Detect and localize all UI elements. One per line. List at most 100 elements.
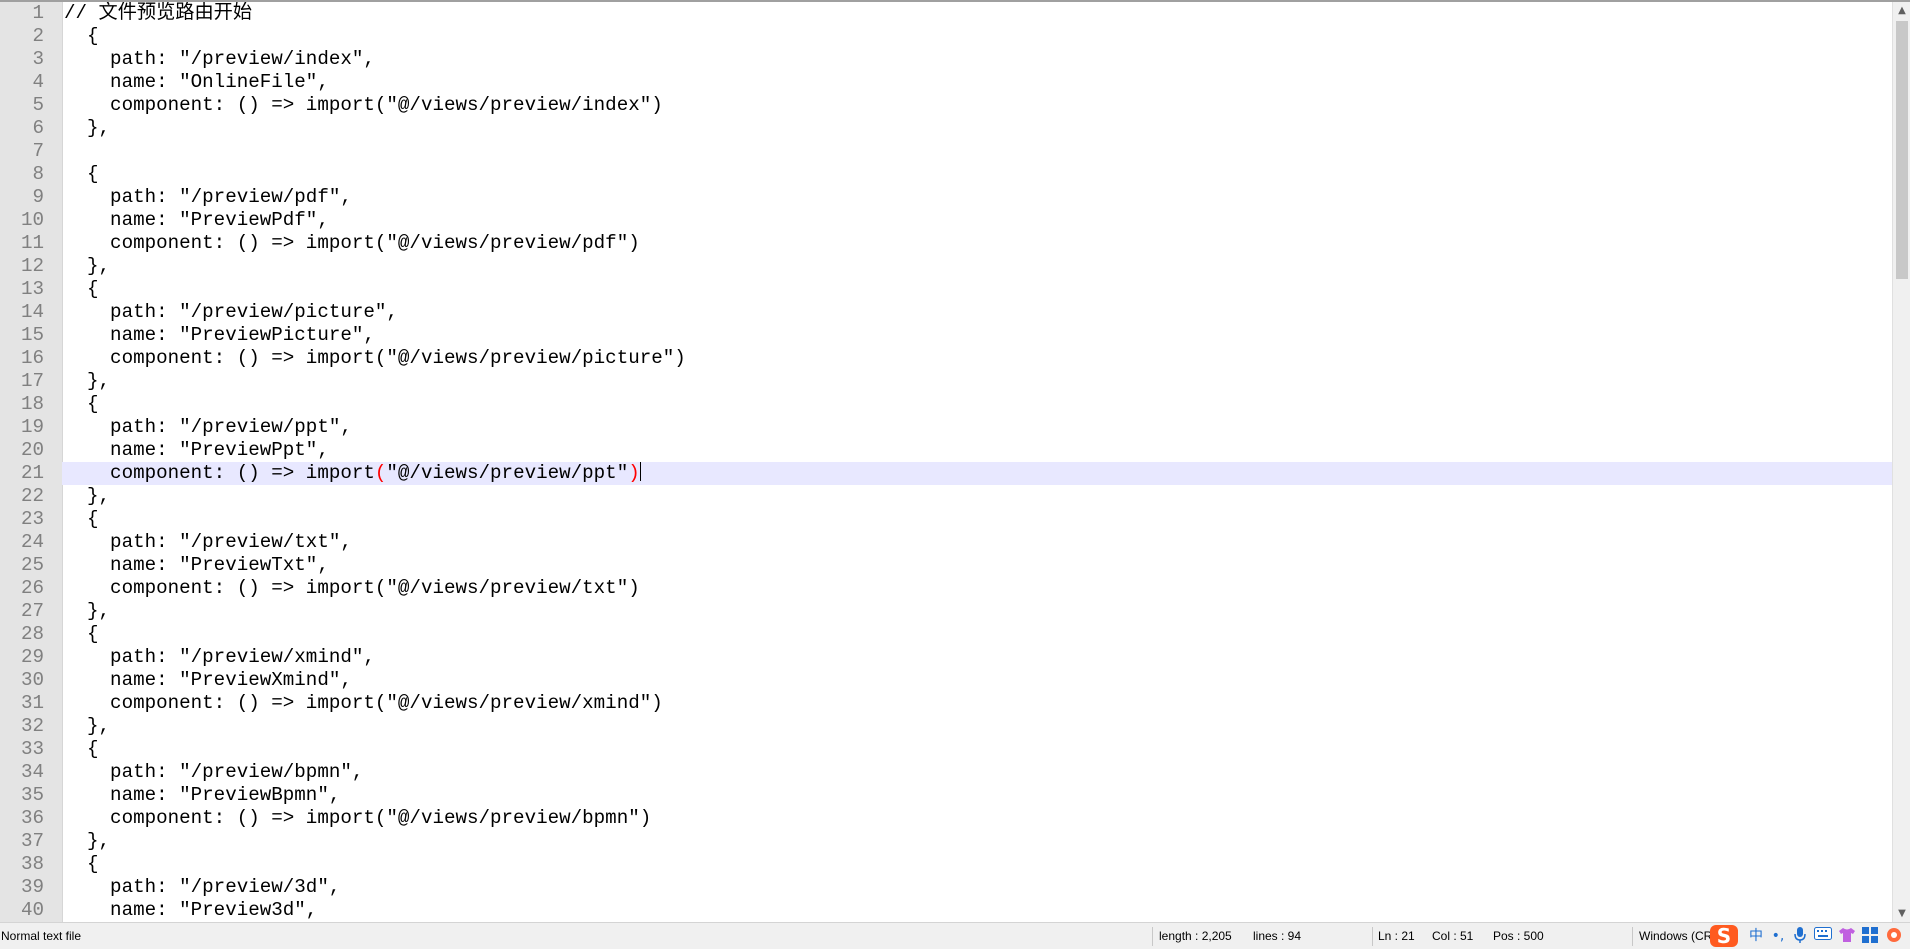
line-text[interactable]: component: () => import("@/views/preview… [64, 577, 640, 600]
code-line[interactable]: 31 component: () => import("@/views/prev… [0, 692, 1892, 715]
code-line[interactable]: 16 component: () => import("@/views/prev… [0, 347, 1892, 370]
code-line[interactable]: 40 name: "Preview3d", [0, 899, 1892, 922]
punctuation-icon[interactable]: •, [1768, 927, 1788, 946]
code-line[interactable]: 22 }, [0, 485, 1892, 508]
line-text[interactable]: path: "/preview/ppt", [64, 416, 352, 439]
line-text[interactable]: path: "/preview/3d", [64, 876, 340, 899]
editor-pane[interactable]: 1// 文件预览路由开始 2 {3 path: "/preview/index",… [0, 2, 1892, 922]
line-text[interactable]: component: () => import("@/views/preview… [64, 94, 663, 117]
code-line[interactable]: 6 }, [0, 117, 1892, 140]
code-line[interactable]: 1 // 文件预览路由开始 [0, 2, 1892, 25]
line-text[interactable]: name: "PreviewTxt", [64, 554, 329, 577]
line-text[interactable]: }, [64, 830, 110, 853]
code-line[interactable]: 24 path: "/preview/txt", [0, 531, 1892, 554]
toolbox-icon[interactable] [1860, 927, 1880, 946]
code-line[interactable]: 12 }, [0, 255, 1892, 278]
code-area[interactable]: 1// 文件预览路由开始 2 {3 path: "/preview/index",… [0, 2, 1892, 922]
code-line[interactable]: 39 path: "/preview/3d", [0, 876, 1892, 899]
line-text[interactable]: component: () => import("@/views/preview… [64, 692, 663, 715]
code-line[interactable]: 19 path: "/preview/ppt", [0, 416, 1892, 439]
line-text[interactable]: }, [64, 370, 110, 393]
code-line[interactable]: 33 { [0, 738, 1892, 761]
scroll-down-icon[interactable]: ▼ [1893, 905, 1910, 922]
line-text[interactable]: path: "/preview/bpmn", [64, 761, 363, 784]
line-text[interactable]: { [64, 853, 99, 876]
line-text[interactable]: { [64, 278, 99, 301]
line-text[interactable]: }, [64, 117, 110, 140]
current-code-line[interactable]: 21 component: () => import("@/views/prev… [0, 462, 1892, 485]
code-line[interactable]: 13 { [0, 278, 1892, 301]
line-text[interactable]: name: "PreviewPicture", [64, 324, 375, 347]
code-line[interactable]: 17 }, [0, 370, 1892, 393]
line-number: 30 [20, 669, 44, 691]
microphone-icon[interactable] [1790, 927, 1810, 946]
code-line[interactable]: 30 name: "PreviewXmind", [0, 669, 1892, 692]
line-text[interactable]: { [64, 163, 99, 186]
line-text[interactable]: }, [64, 255, 110, 278]
line-text[interactable]: name: "Preview3d", [64, 899, 317, 922]
line-text[interactable]: }, [64, 715, 110, 738]
code-line[interactable]: 36 component: () => import("@/views/prev… [0, 807, 1892, 830]
code-segment: component: () => import [64, 462, 375, 484]
line-text[interactable]: component: () => import("@/views/preview… [64, 462, 641, 485]
code-line[interactable]: 9 path: "/preview/pdf", [0, 186, 1892, 209]
skin-icon[interactable] [1836, 927, 1858, 946]
code-line[interactable]: 28 { [0, 623, 1892, 646]
line-text[interactable]: path: "/preview/index", [64, 48, 375, 71]
matched-brace: ( [374, 462, 387, 484]
line-text[interactable]: component: () => import("@/views/preview… [64, 807, 651, 830]
code-line[interactable]: 32 }, [0, 715, 1892, 738]
line-text[interactable]: name: "PreviewPdf", [64, 209, 329, 232]
line-text[interactable]: name: "OnlineFile", [64, 71, 329, 94]
code-line[interactable]: 18 { [0, 393, 1892, 416]
code-line[interactable]: 14 path: "/preview/picture", [0, 301, 1892, 324]
line-text[interactable]: name: "PreviewPpt", [64, 439, 329, 462]
scroll-thumb[interactable] [1896, 21, 1908, 279]
code-line[interactable]: 26 component: () => import("@/views/prev… [0, 577, 1892, 600]
line-text[interactable]: { [64, 623, 99, 646]
code-line[interactable]: 5 component: () => import("@/views/previ… [0, 94, 1892, 117]
code-line[interactable]: 20 name: "PreviewPpt", [0, 439, 1892, 462]
line-number: 24 [20, 531, 44, 553]
line-text[interactable]: component: () => import("@/views/preview… [64, 232, 640, 255]
line-text[interactable]: }, [64, 485, 110, 508]
code-line[interactable]: 10 name: "PreviewPdf", [0, 209, 1892, 232]
code-line[interactable]: 3 path: "/preview/index", [0, 48, 1892, 71]
line-number: 7 [32, 140, 44, 162]
code-line[interactable]: 8 { [0, 163, 1892, 186]
code-line[interactable]: 38 { [0, 853, 1892, 876]
code-line[interactable]: 23 { [0, 508, 1892, 531]
line-text[interactable]: path: "/preview/txt", [64, 531, 352, 554]
line-text[interactable]: component: () => import("@/views/preview… [64, 347, 686, 370]
code-line[interactable]: 34 path: "/preview/bpmn", [0, 761, 1892, 784]
code-line[interactable]: 11 component: () => import("@/views/prev… [0, 232, 1892, 255]
line-text[interactable]: { [64, 393, 99, 416]
keyboard-icon[interactable] [1812, 927, 1834, 946]
line-text[interactable]: { [64, 508, 99, 531]
line-text[interactable]: path: "/preview/pdf", [64, 186, 352, 209]
code-line[interactable]: 4 name: "OnlineFile", [0, 71, 1892, 94]
line-text[interactable]: // 文件预览路由开始 [64, 2, 252, 25]
line-text[interactable]: path: "/preview/xmind", [64, 646, 375, 669]
code-line[interactable]: 29 path: "/preview/xmind", [0, 646, 1892, 669]
line-text[interactable]: name: "PreviewBpmn", [64, 784, 340, 807]
code-line[interactable]: 15 name: "PreviewPicture", [0, 324, 1892, 347]
line-text[interactable]: name: "PreviewXmind", [64, 669, 352, 692]
extra-icon[interactable] [1884, 927, 1904, 946]
code-line[interactable]: 7 [0, 140, 1892, 163]
line-text[interactable]: { [64, 738, 99, 761]
code-line[interactable]: 37 }, [0, 830, 1892, 853]
code-line[interactable]: 27 }, [0, 600, 1892, 623]
line-text[interactable]: path: "/preview/picture", [64, 301, 398, 324]
line-text[interactable]: }, [64, 600, 110, 623]
sogou-logo-icon[interactable]: S [1710, 925, 1738, 947]
vertical-scrollbar[interactable]: ▲ ▼ [1892, 2, 1910, 922]
line-text[interactable]: { [64, 25, 99, 48]
chinese-mode-icon[interactable]: 中 [1746, 927, 1766, 946]
code-line[interactable]: 35 name: "PreviewBpmn", [0, 784, 1892, 807]
line-number: 11 [20, 232, 44, 254]
code-line[interactable]: 2 { [0, 25, 1892, 48]
scroll-up-icon[interactable]: ▲ [1893, 2, 1910, 19]
eol-format-label[interactable]: Windows (CR [1639, 923, 1717, 949]
code-line[interactable]: 25 name: "PreviewTxt", [0, 554, 1892, 577]
